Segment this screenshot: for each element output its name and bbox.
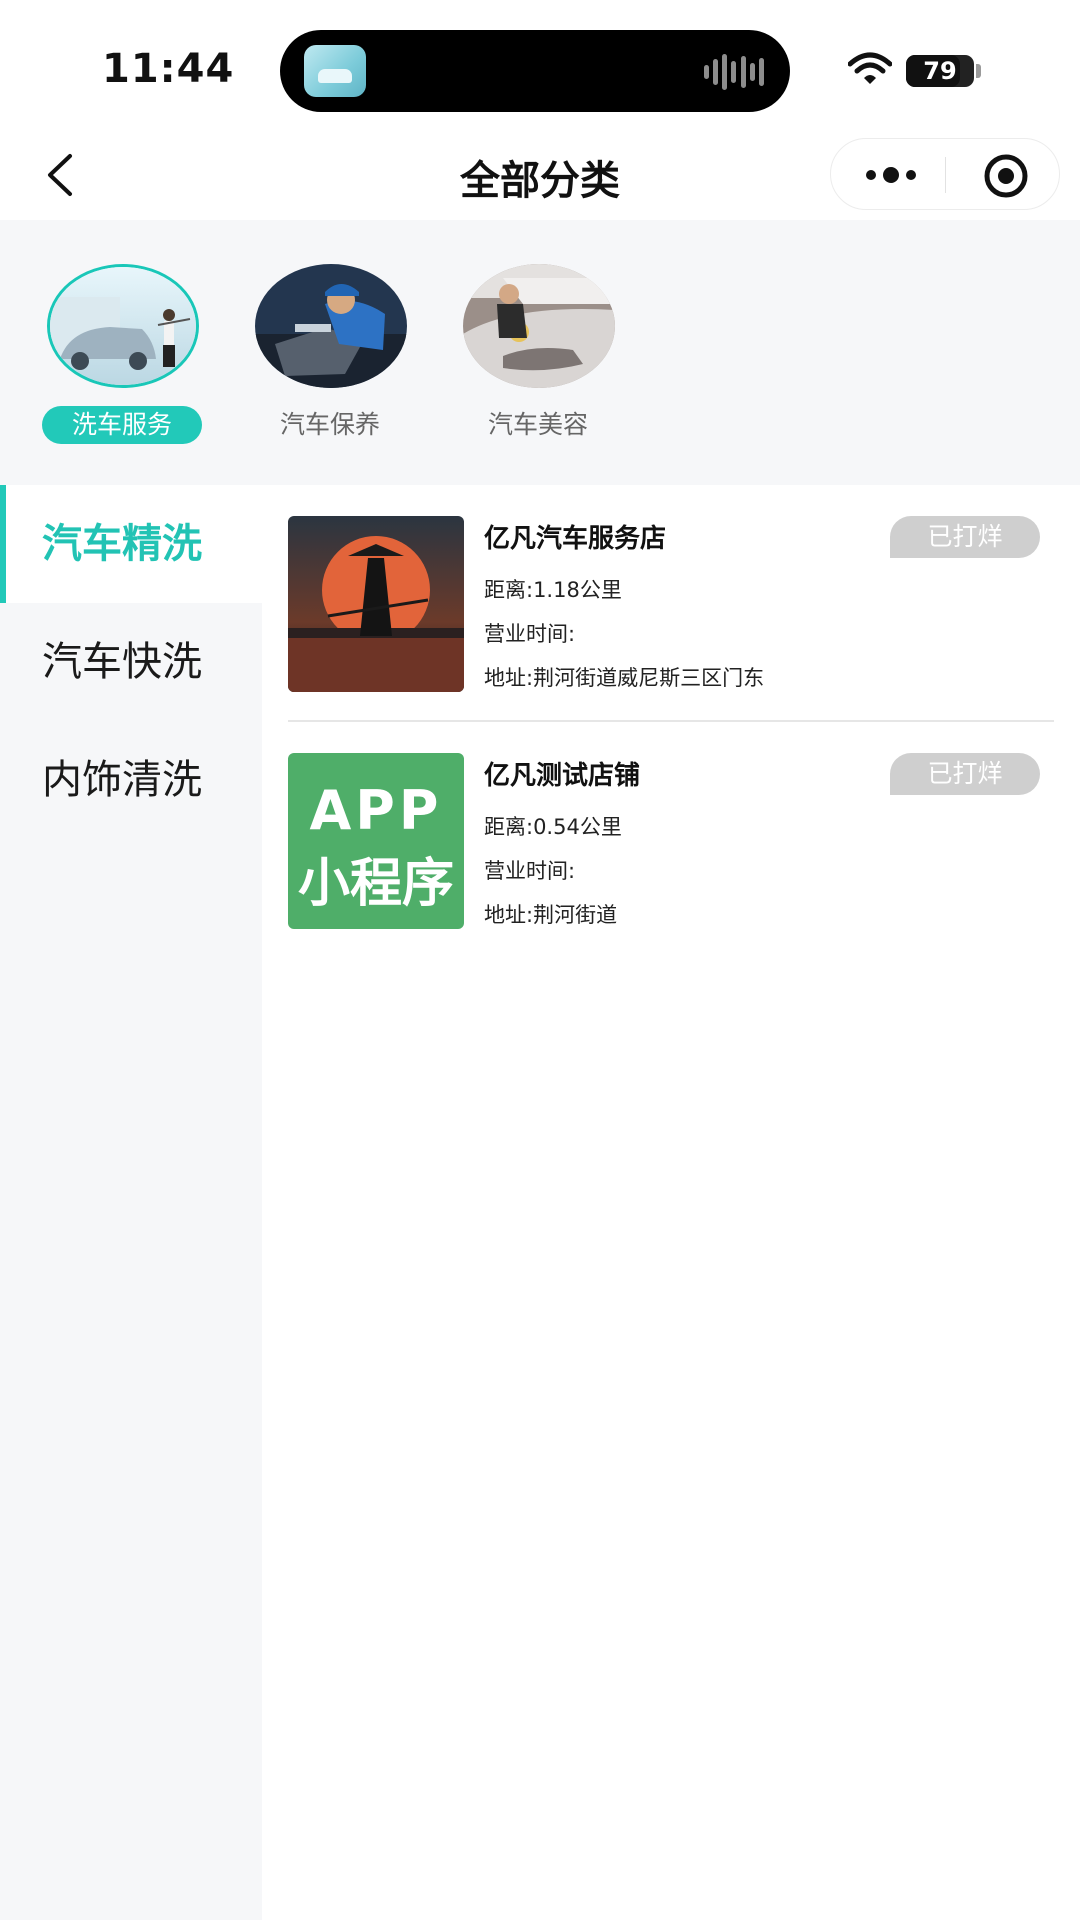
store-hours: 营业时间: [484, 859, 576, 883]
list-divider [288, 720, 1054, 722]
sidebar: 汽车精洗 汽车快洗 内饰清洗 [0, 485, 262, 1920]
category-label: 汽车美容 [487, 410, 588, 439]
thumb-text-app: APP [309, 779, 443, 842]
store-distance: 距离:0.54公里 [484, 815, 622, 839]
audio-wave-icon [704, 52, 764, 92]
category-car-wash[interactable]: 洗车服务 [42, 264, 202, 454]
sidebar-item-quick-wash[interactable]: 汽车快洗 [0, 603, 262, 721]
sidebar-item-label: 内饰清洗 [42, 757, 202, 803]
thumb-text-mini-program: 小程序 [297, 854, 454, 914]
category-image-beauty [463, 264, 615, 388]
category-beauty[interactable]: 汽车美容 [458, 264, 618, 454]
store-name: 亿凡汽车服务店 [484, 524, 667, 554]
sidebar-item-interior-clean[interactable]: 内饰清洗 [0, 721, 262, 839]
status-time: 11:44 [102, 46, 235, 92]
nav-bar: 全部分类 [0, 130, 1080, 220]
store-status-badge: 已打烊 [890, 753, 1040, 795]
more-icon[interactable] [863, 165, 919, 185]
store-card[interactable]: APP 小程序 亿凡测试店铺 已打烊 距离:0.54公里 营业时间: 地址:荆河… [288, 753, 1054, 989]
sidebar-item-label: 汽车精洗 [42, 521, 202, 567]
sidebar-item-fine-wash[interactable]: 汽车精洗 [0, 485, 262, 603]
store-name: 亿凡测试店铺 [484, 761, 641, 791]
store-distance: 距离:1.18公里 [484, 578, 622, 602]
store-thumbnail [288, 516, 464, 692]
dynamic-island[interactable] [280, 30, 790, 112]
status-bar: 11:44 79 [0, 0, 1080, 130]
wifi-icon [848, 52, 892, 84]
battery-percent: 79 [923, 57, 957, 85]
store-address: 地址:荆河街道威尼斯三区门东 [484, 666, 765, 690]
store-hours: 营业时间: [484, 622, 576, 646]
close-target-icon[interactable] [983, 153, 1029, 199]
category-image-car-wash [47, 264, 199, 388]
category-row: 洗车服务 汽车保养 汽车美容 [0, 220, 1080, 485]
store-status-badge: 已打烊 [890, 516, 1040, 558]
page: 11:44 79 全部分类 洗车服务 汽车保养 汽车美容 汽车精洗 汽车快洗 内… [0, 0, 1080, 1920]
battery-cap [976, 64, 981, 78]
battery-icon: 79 [906, 55, 974, 87]
mini-program-capsule [830, 138, 1060, 210]
sidebar-item-label: 汽车快洗 [42, 639, 202, 685]
store-thumbnail: APP 小程序 [288, 753, 464, 929]
category-label: 洗车服务 [42, 406, 202, 444]
store-address: 地址:荆河街道 [484, 903, 618, 927]
island-app-icon [304, 45, 366, 97]
capsule-divider [945, 157, 946, 193]
store-card[interactable]: 亿凡汽车服务店 已打烊 距离:1.18公里 营业时间: 地址:荆河街道威尼斯三区… [288, 516, 1054, 752]
store-list: 亿凡汽车服务店 已打烊 距离:1.18公里 营业时间: 地址:荆河街道威尼斯三区… [262, 485, 1080, 1920]
category-label: 汽车保养 [279, 410, 380, 439]
category-maintenance[interactable]: 汽车保养 [250, 264, 410, 454]
category-image-maintenance [255, 264, 407, 388]
sidebar-active-indicator [0, 485, 6, 603]
